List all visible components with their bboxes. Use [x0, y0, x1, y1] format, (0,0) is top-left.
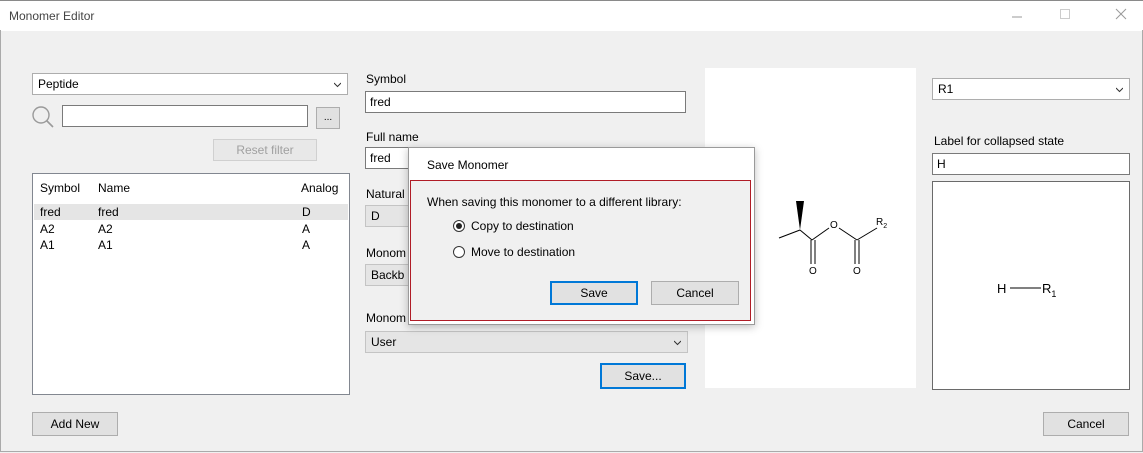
- column-header-symbol[interactable]: Symbol: [40, 181, 80, 195]
- chevron-down-icon: [334, 82, 341, 88]
- search-icon: [31, 105, 57, 134]
- table-row[interactable]: fred fred D: [34, 204, 348, 220]
- polymer-type-select[interactable]: Peptide: [32, 73, 348, 95]
- browse-button[interactable]: ...: [316, 107, 340, 129]
- cancel-button[interactable]: Cancel: [1043, 412, 1129, 436]
- oxygen-label: O: [809, 266, 817, 277]
- column-header-name[interactable]: Name: [98, 181, 130, 195]
- copy-to-destination-option[interactable]: Copy to destination: [453, 219, 633, 235]
- monomer-library-select[interactable]: User: [365, 331, 688, 353]
- move-to-destination-option[interactable]: Move to destination: [453, 245, 633, 261]
- title-bar: Monomer Editor: [0, 0, 1143, 31]
- chevron-down-icon: [1116, 87, 1123, 93]
- cell-symbol: fred: [40, 205, 61, 219]
- table-row[interactable]: A1 A1 A: [34, 237, 348, 253]
- move-option-label: Move to destination: [471, 245, 576, 259]
- natural-analog-label: Natural: [366, 187, 405, 201]
- r-group-select[interactable]: R1: [932, 78, 1130, 100]
- cell-symbol: A2: [40, 222, 55, 236]
- list-header: Symbol Name Analog: [33, 174, 349, 200]
- chevron-down-icon: [674, 340, 681, 346]
- hydrogen-label: H: [997, 281, 1006, 296]
- dialog-body: When saving this monomer to a different …: [410, 180, 751, 321]
- monomer-type-label: Monom: [366, 246, 407, 260]
- dialog-cancel-button[interactable]: Cancel: [651, 281, 739, 305]
- close-icon[interactable]: [1115, 7, 1127, 23]
- symbol-field[interactable]: fred: [365, 91, 686, 113]
- dialog-save-button[interactable]: Save: [550, 281, 638, 305]
- add-new-button[interactable]: Add New: [32, 412, 118, 436]
- minimize-icon[interactable]: [1011, 7, 1023, 23]
- oxygen-label: O: [853, 266, 861, 277]
- cell-analog: A: [302, 238, 311, 252]
- full-name-label: Full name: [366, 130, 419, 144]
- monomer-library-label: Monom: [366, 311, 407, 325]
- save-prompt: When saving this monomer to a different …: [427, 195, 682, 209]
- polymer-type-value: Peptide: [38, 77, 79, 91]
- copy-option-label: Copy to destination: [471, 219, 574, 233]
- save-button[interactable]: Save...: [600, 363, 686, 389]
- cell-name: A1: [98, 238, 113, 252]
- r-group-preview: H R1: [932, 181, 1130, 390]
- cell-name: fred: [98, 205, 119, 219]
- table-row[interactable]: A2 A2 A: [34, 221, 348, 237]
- r-group-structure: H R1: [997, 281, 1056, 299]
- radio-unchecked-icon[interactable]: [453, 246, 465, 258]
- save-monomer-dialog: Save Monomer When saving this monomer to…: [408, 147, 755, 325]
- collapsed-state-label: Label for collapsed state: [934, 134, 1065, 148]
- collapsed-state-field[interactable]: H: [932, 153, 1130, 175]
- maximize-icon[interactable]: [1059, 7, 1071, 23]
- dialog-title: Save Monomer: [427, 158, 509, 172]
- r1-label: R1: [1042, 281, 1056, 299]
- search-input[interactable]: [62, 105, 308, 127]
- reset-filter-button[interactable]: Reset filter: [213, 139, 317, 161]
- oxygen-label: O: [830, 220, 838, 231]
- cell-analog: A: [302, 222, 311, 236]
- column-header-analog[interactable]: Analog: [301, 181, 338, 195]
- symbol-label: Symbol: [366, 72, 407, 86]
- r2-label: R2: [876, 217, 887, 230]
- cell-analog: D: [302, 205, 311, 219]
- monomer-list[interactable]: Symbol Name Analog fred fred D A2 A2 A A…: [32, 173, 350, 395]
- radio-checked-icon[interactable]: [453, 220, 465, 232]
- cell-symbol: A1: [40, 238, 55, 252]
- cell-name: A2: [98, 222, 113, 236]
- window-title: Monomer Editor: [9, 9, 95, 23]
